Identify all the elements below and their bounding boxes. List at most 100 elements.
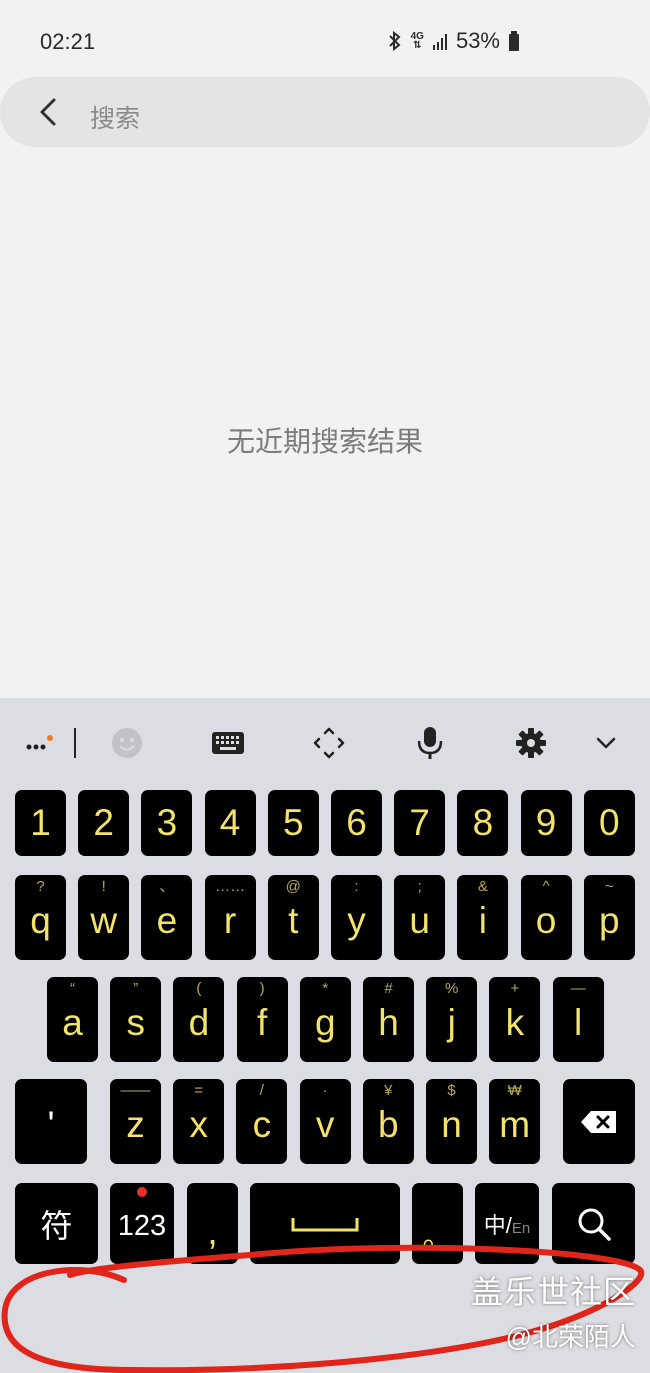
- key-label: z: [126, 1103, 145, 1145]
- language-switch-key[interactable]: 中/En: [475, 1183, 539, 1264]
- key-c[interactable]: / c: [236, 1079, 288, 1164]
- key-l[interactable]: — l: [552, 977, 604, 1062]
- battery-icon: [509, 31, 519, 51]
- key-x[interactable]: = x: [173, 1079, 225, 1164]
- key-label: s: [126, 1001, 145, 1043]
- key-secondary-label: ”: [133, 980, 139, 997]
- key-secondary-label: 、: [159, 878, 175, 895]
- back-arrow-icon[interactable]: [32, 94, 68, 130]
- key-2[interactable]: 2: [78, 790, 130, 856]
- key-secondary-label: “: [70, 980, 75, 997]
- comma-key[interactable]: ,: [187, 1183, 238, 1264]
- key-secondary-label: %: [445, 980, 459, 997]
- backspace-key[interactable]: [563, 1079, 635, 1164]
- key-label: d: [188, 1001, 210, 1043]
- key-label: 1: [30, 802, 51, 843]
- bluetooth-icon: [388, 30, 401, 52]
- key-t[interactable]: @ t: [267, 875, 319, 960]
- key-z[interactable]: —— z: [110, 1079, 161, 1164]
- key-label: h: [378, 1001, 399, 1043]
- more-options-icon[interactable]: [14, 720, 60, 766]
- numbers-key[interactable]: 123: [110, 1183, 174, 1264]
- key-w[interactable]: ! w: [78, 875, 130, 960]
- status-bar: 02:21 4G ⇅ 53%: [0, 0, 650, 80]
- key-secondary-label: —: [570, 980, 586, 997]
- key-p[interactable]: ~ p: [583, 875, 635, 960]
- key-u[interactable]: ; u: [394, 875, 446, 960]
- key-label: y: [347, 899, 366, 941]
- key-7[interactable]: 7: [394, 790, 446, 856]
- key-secondary-label: ……: [215, 878, 246, 895]
- key-0[interactable]: 0: [583, 790, 635, 856]
- key-label: v: [315, 1103, 335, 1145]
- key-v[interactable]: · v: [299, 1079, 351, 1164]
- key-f[interactable]: ) f: [236, 977, 288, 1062]
- key-label: 7: [409, 802, 430, 843]
- key-label: c: [252, 1103, 272, 1145]
- keyboard-icon[interactable]: [205, 720, 251, 766]
- key-1[interactable]: 1: [15, 790, 66, 856]
- key-g[interactable]: * g: [299, 977, 351, 1062]
- empty-results-message: 无近期搜索结果: [226, 426, 423, 457]
- key-j[interactable]: % j: [426, 977, 478, 1062]
- key-e[interactable]: 、 e: [141, 875, 193, 960]
- key-label: 6: [346, 802, 367, 843]
- key-label: e: [156, 899, 178, 941]
- key-y[interactable]: :y: [331, 875, 382, 960]
- symbols-key[interactable]: 符: [15, 1183, 98, 1264]
- search-bar[interactable]: 搜索: [0, 77, 650, 147]
- key-4[interactable]: 4: [204, 790, 256, 856]
- key-label: 3: [156, 802, 178, 843]
- key-secondary-label: $: [447, 1082, 456, 1099]
- key-6[interactable]: 6: [331, 790, 382, 856]
- key-b[interactable]: ¥ b: [362, 1079, 414, 1164]
- key-o[interactable]: ^ o: [520, 875, 572, 960]
- space-key[interactable]: [250, 1183, 400, 1264]
- period-key[interactable]: 。: [412, 1183, 463, 1264]
- key-d[interactable]: (d: [173, 977, 225, 1062]
- key-k[interactable]: + k: [489, 977, 541, 1062]
- key-i[interactable]: & i: [457, 875, 509, 960]
- key-label: i: [478, 899, 487, 941]
- cursor-move-icon[interactable]: [306, 720, 352, 766]
- collapse-keyboard-chevron-icon[interactable]: [583, 720, 629, 766]
- emoji-icon[interactable]: [104, 720, 150, 766]
- key-h[interactable]: # h: [363, 977, 414, 1062]
- key-3[interactable]: 3: [141, 790, 193, 856]
- key-secondary-label: =: [194, 1082, 204, 1099]
- search-input[interactable]: 搜索: [90, 99, 140, 135]
- watermark-title: 盖乐世社区: [470, 1274, 636, 1310]
- settings-gear-icon[interactable]: [508, 720, 554, 766]
- key-m[interactable]: ₩ m: [489, 1079, 541, 1164]
- key-a[interactable]: “a: [47, 977, 98, 1062]
- key-label: u: [409, 899, 430, 941]
- search-key[interactable]: [552, 1183, 635, 1264]
- key-label: j: [447, 1001, 456, 1043]
- key-label: a: [62, 1001, 83, 1043]
- key-label: n: [441, 1103, 462, 1145]
- key-secondary-label: ;: [417, 878, 422, 895]
- key-secondary-label: *: [322, 980, 329, 997]
- key-r[interactable]: …… r: [204, 875, 256, 960]
- microphone-icon[interactable]: [407, 720, 453, 766]
- key-n[interactable]: $ n: [426, 1079, 477, 1164]
- key-5[interactable]: 5: [267, 790, 319, 856]
- key-secondary-label: ): [259, 980, 265, 997]
- battery-percent: 53%: [455, 28, 500, 53]
- signal-icon: [432, 34, 447, 50]
- key-label: l: [573, 1001, 583, 1043]
- key-label: 0: [599, 802, 620, 843]
- key-label: g: [315, 1001, 336, 1043]
- key-label: 9: [535, 802, 557, 843]
- key-secondary-label: !: [101, 878, 106, 895]
- key-label: q: [30, 899, 51, 941]
- key-secondary-label: +: [510, 980, 520, 997]
- key-8[interactable]: 8: [457, 790, 509, 856]
- key-9[interactable]: 9: [520, 790, 572, 856]
- apostrophe-key[interactable]: ': [15, 1079, 87, 1164]
- key-q[interactable]: ? q: [15, 875, 66, 960]
- key-secondary-label: (: [196, 980, 202, 997]
- network-type-icon: 4G ⇅: [410, 31, 424, 51]
- key-secondary-label: ₩: [507, 1082, 522, 1099]
- key-s[interactable]: ” s: [110, 977, 162, 1062]
